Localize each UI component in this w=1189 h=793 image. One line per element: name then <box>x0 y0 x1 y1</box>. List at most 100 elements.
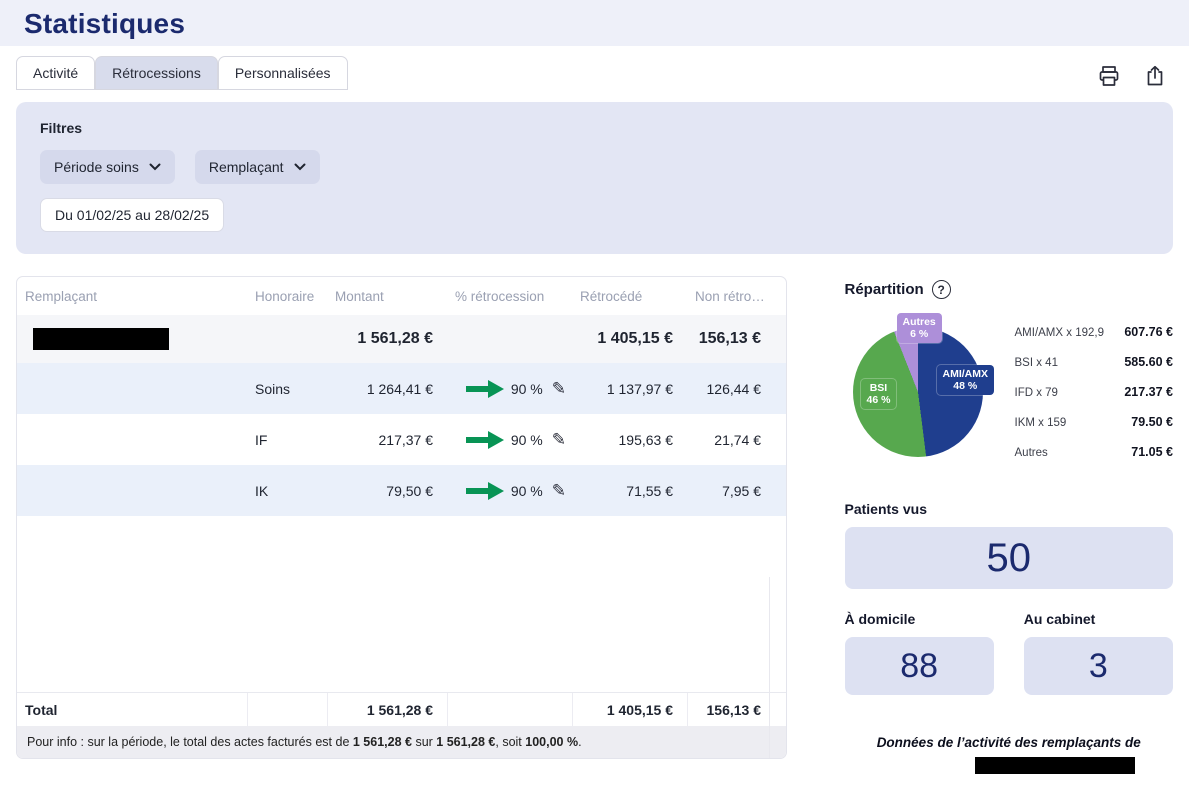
note-amount: 1 561,28 € <box>436 735 495 749</box>
col-header-retrocede: Rétrocédé <box>572 289 687 304</box>
table-row[interactable]: IF 217,37 € 90 % ✎ 195,63 € 21,74 € <box>17 414 786 465</box>
stats-side-panel: Répartition ? Autres 6 % AMI/AMX 48 % BS… <box>845 276 1174 774</box>
pct-retrocession-value: 90 % <box>511 483 543 499</box>
tab-bar: Activité Rétrocessions Personnalisées <box>0 46 1189 90</box>
share-icon <box>1143 64 1167 88</box>
page-header: Statistiques <box>0 0 1189 46</box>
retrocede-value: 195,63 € <box>572 432 687 448</box>
table-scrollbar[interactable] <box>769 577 770 759</box>
total-retrocede: 1 405,15 € <box>572 693 687 726</box>
help-icon[interactable]: ? <box>932 280 951 299</box>
non-retrocede-value: 126,44 € <box>687 381 775 397</box>
filters-panel: Filtres Période soins Remplaçant Du 01/0… <box>16 102 1173 254</box>
table-row[interactable]: Soins 1 264,41 € 90 % ✎ 1 137,97 € 126,4… <box>17 363 786 414</box>
chevron-down-icon <box>294 163 306 171</box>
legend-label: Autres <box>1015 447 1048 459</box>
col-header-pct-retrocession: % rétrocession <box>447 289 572 304</box>
legend-label: AMI/AMX x 192,9 <box>1015 327 1104 339</box>
legend-item: AMI/AMX x 192,9 607.76 € <box>1015 325 1174 339</box>
pie-label-ami-amx: AMI/AMX 48 % <box>937 365 995 395</box>
au-cabinet-value: 3 <box>1024 637 1173 695</box>
legend-value: 607.76 € <box>1124 325 1173 339</box>
legend-label: IFD x 79 <box>1015 387 1058 399</box>
date-range-button[interactable]: Du 01/02/25 au 28/02/25 <box>40 198 224 232</box>
legend-value: 71.05 € <box>1131 445 1173 459</box>
col-header-honoraire: Honoraire <box>247 289 327 304</box>
montant-value: 1 264,41 € <box>327 381 447 397</box>
legend-item: BSI x 41 585.60 € <box>1015 355 1174 369</box>
patients-vus-value: 50 <box>845 527 1174 589</box>
note-amount: 1 561,28 € <box>353 735 412 749</box>
side-footnote: Données de l’activité des remplaçants de <box>845 735 1174 750</box>
slice-label: BSI <box>870 382 888 394</box>
table-header-row: Remplaçant Honoraire Montant % rétrocess… <box>17 277 786 315</box>
note-text: sur <box>412 735 436 749</box>
note-text: . <box>578 735 581 749</box>
edit-percentage-button[interactable]: ✎ <box>550 481 568 501</box>
pct-retrocession-value: 90 % <box>511 381 543 397</box>
legend-item: Autres 71.05 € <box>1015 445 1174 459</box>
legend-value: 79.50 € <box>1131 415 1173 429</box>
retrocessions-table: Remplaçant Honoraire Montant % rétrocess… <box>16 276 787 759</box>
retrocede-value: 1 137,97 € <box>572 381 687 397</box>
au-cabinet-label: Au cabinet <box>1024 611 1173 627</box>
tab-activite[interactable]: Activité <box>16 56 95 90</box>
pencil-icon: ✎ <box>552 481 566 500</box>
montant-value: 217,37 € <box>327 432 447 448</box>
note-text: Pour info : sur la période, le total des… <box>27 735 353 749</box>
chevron-down-icon <box>149 163 161 171</box>
total-non-retrocede: 156,13 € <box>687 693 775 726</box>
summary-retrocede: 1 405,15 € <box>572 330 687 348</box>
honoraire-label: Soins <box>247 381 327 397</box>
slice-label: Autres <box>903 316 936 328</box>
tab-personnalisees[interactable]: Personnalisées <box>218 56 348 90</box>
repartition-title: Répartition <box>845 281 924 298</box>
legend-item: IKM x 159 79.50 € <box>1015 415 1174 429</box>
non-retrocede-value: 21,74 € <box>687 432 775 448</box>
total-montant: 1 561,28 € <box>327 693 447 726</box>
print-button[interactable] <box>1095 62 1123 90</box>
table-row[interactable]: IK 79,50 € 90 % ✎ 71,55 € 7,95 € <box>17 465 786 516</box>
slice-pct: 48 % <box>953 380 977 392</box>
montant-value: 79,50 € <box>327 483 447 499</box>
summary-montant: 1 561,28 € <box>327 330 447 348</box>
total-label: Total <box>17 693 247 726</box>
pie-legend: AMI/AMX x 192,9 607.76 € BSI x 41 585.60… <box>1015 313 1174 475</box>
slice-pct: 6 % <box>910 328 928 340</box>
a-domicile-label: À domicile <box>845 611 994 627</box>
pencil-icon: ✎ <box>552 430 566 449</box>
legend-value: 585.60 € <box>1124 355 1173 369</box>
non-retrocede-value: 7,95 € <box>687 483 775 499</box>
replacement-dropdown[interactable]: Remplaçant <box>195 150 320 184</box>
period-dropdown[interactable]: Période soins <box>40 150 175 184</box>
edit-percentage-button[interactable]: ✎ <box>550 379 568 399</box>
pie-label-bsi: BSI 46 % <box>861 379 897 409</box>
table-footer-note: Pour info : sur la période, le total des… <box>17 726 786 758</box>
col-header-non-retrocede: Non rétrocé... <box>687 289 775 304</box>
repartition-pie: Autres 6 % AMI/AMX 48 % BSI 46 % <box>853 313 993 463</box>
page-title: Statistiques <box>24 8 1165 40</box>
table-empty-space <box>17 516 786 692</box>
table-total-row: Total 1 561,28 € 1 405,15 € 156,13 € <box>17 692 786 726</box>
pie-label-autres: Autres 6 % <box>897 313 942 343</box>
arrow-right-icon <box>466 431 504 449</box>
a-domicile-value: 88 <box>845 637 994 695</box>
period-dropdown-label: Période soins <box>54 159 139 175</box>
replacement-dropdown-label: Remplaçant <box>209 159 284 175</box>
legend-item: IFD x 79 217.37 € <box>1015 385 1174 399</box>
col-header-montant: Montant <box>327 289 447 304</box>
export-button[interactable] <box>1141 62 1169 90</box>
legend-label: BSI x 41 <box>1015 357 1058 369</box>
patients-vus-label: Patients vus <box>845 501 1174 517</box>
arrow-right-icon <box>466 380 504 398</box>
note-percentage: 100,00 % <box>525 735 578 749</box>
edit-percentage-button[interactable]: ✎ <box>550 430 568 450</box>
arrow-right-icon <box>466 482 504 500</box>
legend-label: IKM x 159 <box>1015 417 1067 429</box>
honoraire-label: IK <box>247 483 327 499</box>
table-row-summary[interactable]: 1 561,28 € 1 405,15 € 156,13 € <box>17 315 786 363</box>
tab-retrocessions[interactable]: Rétrocessions <box>95 56 218 90</box>
redacted-practitioner-name <box>975 757 1135 774</box>
slice-pct: 46 % <box>867 394 891 406</box>
printer-icon <box>1097 64 1121 88</box>
